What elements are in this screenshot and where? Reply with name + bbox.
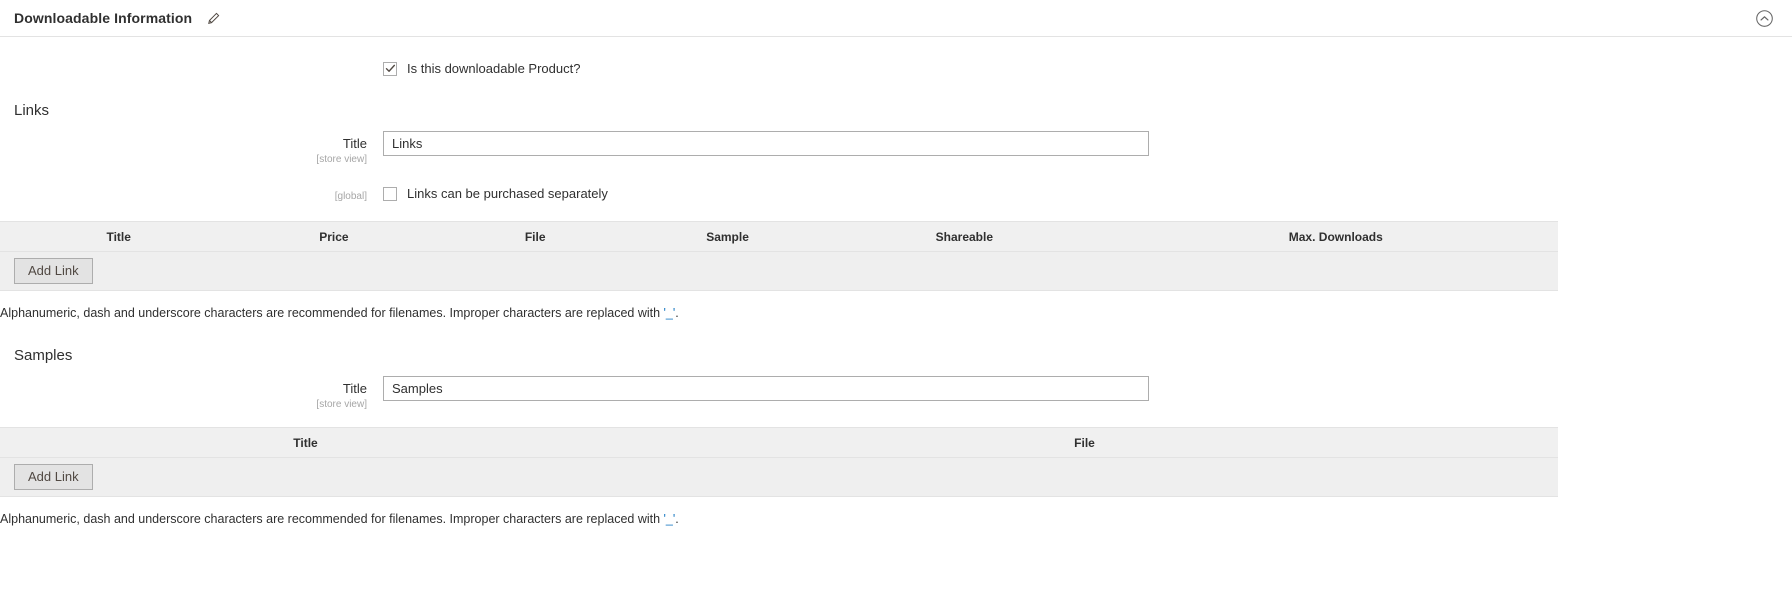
links-title-input[interactable] [383, 131, 1149, 156]
samples-note-after: . [675, 512, 679, 526]
chevron-up-circle-icon[interactable] [1754, 8, 1774, 28]
samples-note-before: Alphanumeric, dash and underscore charac… [0, 512, 664, 526]
samples-filename-note: Alphanumeric, dash and underscore charac… [0, 511, 1792, 527]
links-grid: Title Price File Sample Shareable Max. D… [0, 221, 1558, 291]
is-downloadable-checkbox-wrap[interactable]: Is this downloadable Product? [383, 59, 1792, 76]
links-col-shareable: Shareable [815, 221, 1114, 252]
samples-add-link-button[interactable]: Add Link [14, 464, 93, 490]
links-note-quoted: '_' [663, 306, 676, 320]
samples-title-label: Title [342, 381, 367, 396]
links-title-row: Title [store view] [0, 131, 1792, 166]
is-downloadable-checkbox[interactable] [383, 61, 397, 76]
downloadable-information-body: Is this downloadable Product? Links Titl… [0, 59, 1792, 527]
links-section-title: Links [14, 102, 50, 119]
page-title: Downloadable Information [14, 10, 193, 26]
is-downloadable-label-spacer [0, 59, 383, 63]
samples-title-label-wrap: Title [store view] [0, 376, 383, 411]
samples-grid-header-row: Title File [0, 427, 1558, 458]
samples-grid-footer-row: Add Link [0, 457, 1558, 497]
links-col-file: File [430, 221, 640, 252]
links-title-control [383, 131, 1792, 156]
links-note-after: . [675, 306, 679, 320]
links-purchase-separately-checkbox[interactable] [383, 186, 397, 201]
samples-col-title: Title [0, 427, 611, 458]
links-col-sample: Sample [639, 221, 816, 252]
links-col-price: Price [237, 221, 431, 252]
links-note-before: Alphanumeric, dash and underscore charac… [0, 306, 664, 320]
links-title-label: Title [342, 136, 367, 151]
links-add-link-cell: Add Link [0, 251, 1558, 291]
samples-title-control [383, 376, 1792, 401]
samples-note-quoted: '_' [663, 512, 676, 526]
samples-title-row: Title [store view] [0, 376, 1792, 411]
downloadable-information-header[interactable]: Downloadable Information [0, 0, 1792, 37]
links-purchase-separately-label-wrap: [global] [0, 184, 383, 203]
links-purchase-separately-scope: [global] [334, 191, 367, 202]
samples-block: Samples Title [store view] Title File [0, 347, 1792, 527]
links-title-scope: [store view] [316, 154, 367, 165]
samples-section-title: Samples [14, 347, 73, 364]
links-title-label-wrap: Title [store view] [0, 131, 383, 166]
links-add-link-button[interactable]: Add Link [14, 258, 93, 284]
samples-add-link-cell: Add Link [0, 457, 1558, 497]
links-filename-note: Alphanumeric, dash and underscore charac… [0, 305, 1792, 321]
links-purchase-separately-control: Links can be purchased separately [383, 184, 1792, 201]
samples-col-file: File [611, 427, 1558, 458]
samples-grid: Title File Add Link [0, 427, 1558, 497]
links-grid-footer-row: Add Link [0, 251, 1558, 291]
is-downloadable-label[interactable]: Is this downloadable Product? [407, 61, 580, 76]
links-purchase-separately-row: [global] Links can be purchased separate… [0, 184, 1792, 203]
samples-title-scope: [store view] [316, 399, 367, 410]
links-purchase-separately-checkbox-wrap[interactable]: Links can be purchased separately [383, 184, 1792, 201]
is-downloadable-row: Is this downloadable Product? [0, 59, 1792, 76]
links-grid-header-row: Title Price File Sample Shareable Max. D… [0, 221, 1558, 252]
links-purchase-separately-label[interactable]: Links can be purchased separately [407, 186, 608, 201]
pencil-icon[interactable] [206, 11, 220, 25]
links-col-max-downloads: Max. Downloads [1113, 221, 1558, 252]
links-col-title: Title [0, 221, 238, 252]
samples-title-input[interactable] [383, 376, 1149, 401]
is-downloadable-control: Is this downloadable Product? [383, 59, 1792, 76]
